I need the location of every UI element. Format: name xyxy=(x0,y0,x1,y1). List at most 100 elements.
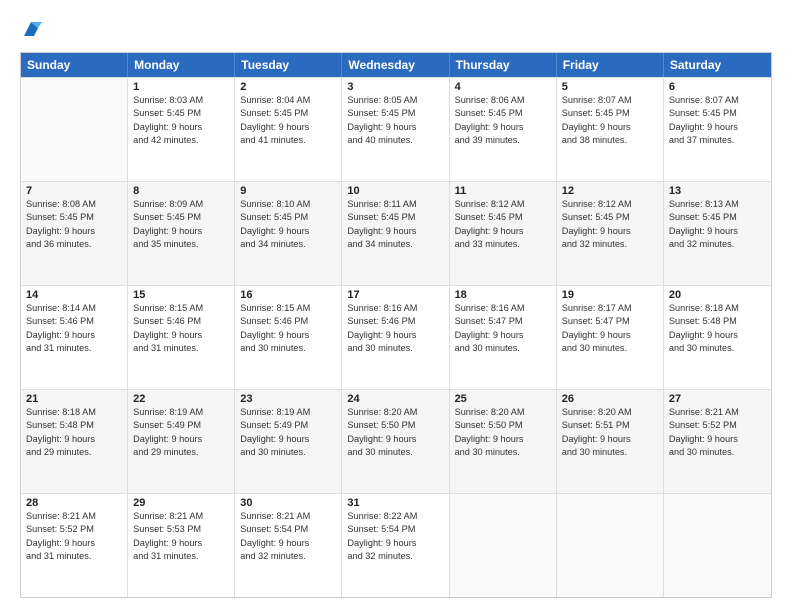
weekday-header: Monday xyxy=(128,53,235,77)
calendar-cell: 28Sunrise: 8:21 AMSunset: 5:52 PMDayligh… xyxy=(21,494,128,597)
calendar-cell: 10Sunrise: 8:11 AMSunset: 5:45 PMDayligh… xyxy=(342,182,449,285)
calendar-cell: 5Sunrise: 8:07 AMSunset: 5:45 PMDaylight… xyxy=(557,78,664,181)
weekday-header: Tuesday xyxy=(235,53,342,77)
cell-line: Sunset: 5:45 PM xyxy=(455,107,551,120)
cell-line: and 29 minutes. xyxy=(26,446,122,459)
day-number: 9 xyxy=(240,185,336,197)
cell-line: Daylight: 9 hours xyxy=(669,329,766,342)
cell-line: Sunset: 5:48 PM xyxy=(26,419,122,432)
calendar-cell: 18Sunrise: 8:16 AMSunset: 5:47 PMDayligh… xyxy=(450,286,557,389)
calendar-cell: 8Sunrise: 8:09 AMSunset: 5:45 PMDaylight… xyxy=(128,182,235,285)
cell-line: Sunset: 5:45 PM xyxy=(669,211,766,224)
cell-line: and 30 minutes. xyxy=(669,342,766,355)
cell-line: Sunrise: 8:12 AM xyxy=(562,198,658,211)
calendar-cell: 14Sunrise: 8:14 AMSunset: 5:46 PMDayligh… xyxy=(21,286,128,389)
cell-line: and 30 minutes. xyxy=(347,446,443,459)
calendar-cell: 11Sunrise: 8:12 AMSunset: 5:45 PMDayligh… xyxy=(450,182,557,285)
cell-line: and 39 minutes. xyxy=(455,134,551,147)
cell-line: Daylight: 9 hours xyxy=(240,329,336,342)
logo xyxy=(20,18,46,42)
calendar-cell: 27Sunrise: 8:21 AMSunset: 5:52 PMDayligh… xyxy=(664,390,771,493)
cell-line: Sunrise: 8:07 AM xyxy=(562,94,658,107)
day-number: 4 xyxy=(455,81,551,93)
day-number: 27 xyxy=(669,393,766,405)
day-number: 1 xyxy=(133,81,229,93)
calendar-cell xyxy=(21,78,128,181)
cell-line: Sunrise: 8:19 AM xyxy=(240,406,336,419)
cell-line: Daylight: 9 hours xyxy=(240,225,336,238)
cell-line: Daylight: 9 hours xyxy=(455,329,551,342)
cell-line: and 31 minutes. xyxy=(26,342,122,355)
calendar-cell: 3Sunrise: 8:05 AMSunset: 5:45 PMDaylight… xyxy=(342,78,449,181)
cell-line: Daylight: 9 hours xyxy=(240,121,336,134)
cell-line: Sunrise: 8:22 AM xyxy=(347,510,443,523)
cell-line: Sunset: 5:45 PM xyxy=(347,211,443,224)
cell-line: Daylight: 9 hours xyxy=(26,537,122,550)
calendar-cell: 9Sunrise: 8:10 AMSunset: 5:45 PMDaylight… xyxy=(235,182,342,285)
cell-line: Sunset: 5:53 PM xyxy=(133,523,229,536)
cell-line: Daylight: 9 hours xyxy=(347,329,443,342)
calendar-cell: 7Sunrise: 8:08 AMSunset: 5:45 PMDaylight… xyxy=(21,182,128,285)
calendar-cell: 1Sunrise: 8:03 AMSunset: 5:45 PMDaylight… xyxy=(128,78,235,181)
cell-line: Sunrise: 8:09 AM xyxy=(133,198,229,211)
cell-line: Sunrise: 8:15 AM xyxy=(133,302,229,315)
cell-line: and 31 minutes. xyxy=(26,550,122,563)
cell-line: Sunset: 5:45 PM xyxy=(133,107,229,120)
cell-line: and 30 minutes. xyxy=(669,446,766,459)
cell-line: Sunset: 5:45 PM xyxy=(455,211,551,224)
calendar-cell xyxy=(450,494,557,597)
cell-line: and 31 minutes. xyxy=(133,550,229,563)
calendar-row: 28Sunrise: 8:21 AMSunset: 5:52 PMDayligh… xyxy=(21,493,771,597)
cell-line: Sunset: 5:45 PM xyxy=(347,107,443,120)
cell-line: Daylight: 9 hours xyxy=(347,537,443,550)
cell-line: Sunset: 5:45 PM xyxy=(26,211,122,224)
cell-line: Sunrise: 8:11 AM xyxy=(347,198,443,211)
cell-line: and 30 minutes. xyxy=(562,446,658,459)
cell-line: and 30 minutes. xyxy=(240,342,336,355)
day-number: 6 xyxy=(669,81,766,93)
cell-line: Daylight: 9 hours xyxy=(455,225,551,238)
cell-line: Sunrise: 8:21 AM xyxy=(669,406,766,419)
calendar-cell: 12Sunrise: 8:12 AMSunset: 5:45 PMDayligh… xyxy=(557,182,664,285)
cell-line: Sunset: 5:54 PM xyxy=(240,523,336,536)
calendar-cell: 6Sunrise: 8:07 AMSunset: 5:45 PMDaylight… xyxy=(664,78,771,181)
day-number: 23 xyxy=(240,393,336,405)
cell-line: and 29 minutes. xyxy=(133,446,229,459)
cell-line: Sunrise: 8:04 AM xyxy=(240,94,336,107)
day-number: 8 xyxy=(133,185,229,197)
cell-line: Sunrise: 8:15 AM xyxy=(240,302,336,315)
cell-line: Daylight: 9 hours xyxy=(347,225,443,238)
weekday-header: Sunday xyxy=(21,53,128,77)
calendar-cell: 4Sunrise: 8:06 AMSunset: 5:45 PMDaylight… xyxy=(450,78,557,181)
cell-line: Sunrise: 8:17 AM xyxy=(562,302,658,315)
cell-line: Sunset: 5:45 PM xyxy=(562,107,658,120)
cell-line: and 34 minutes. xyxy=(347,238,443,251)
cell-line: and 34 minutes. xyxy=(240,238,336,251)
calendar-cell: 19Sunrise: 8:17 AMSunset: 5:47 PMDayligh… xyxy=(557,286,664,389)
cell-line: Sunrise: 8:13 AM xyxy=(669,198,766,211)
calendar-cell: 26Sunrise: 8:20 AMSunset: 5:51 PMDayligh… xyxy=(557,390,664,493)
calendar-cell: 17Sunrise: 8:16 AMSunset: 5:46 PMDayligh… xyxy=(342,286,449,389)
cell-line: Sunset: 5:47 PM xyxy=(562,315,658,328)
cell-line: Sunrise: 8:18 AM xyxy=(669,302,766,315)
calendar-cell: 20Sunrise: 8:18 AMSunset: 5:48 PMDayligh… xyxy=(664,286,771,389)
cell-line: Daylight: 9 hours xyxy=(669,225,766,238)
day-number: 26 xyxy=(562,393,658,405)
calendar-cell: 29Sunrise: 8:21 AMSunset: 5:53 PMDayligh… xyxy=(128,494,235,597)
cell-line: Sunset: 5:50 PM xyxy=(455,419,551,432)
day-number: 10 xyxy=(347,185,443,197)
cell-line: Daylight: 9 hours xyxy=(133,537,229,550)
day-number: 17 xyxy=(347,289,443,301)
cell-line: Sunrise: 8:16 AM xyxy=(347,302,443,315)
calendar-row: 14Sunrise: 8:14 AMSunset: 5:46 PMDayligh… xyxy=(21,285,771,389)
day-number: 20 xyxy=(669,289,766,301)
day-number: 29 xyxy=(133,497,229,509)
cell-line: Daylight: 9 hours xyxy=(133,433,229,446)
cell-line: Sunrise: 8:20 AM xyxy=(562,406,658,419)
cell-line: Daylight: 9 hours xyxy=(455,121,551,134)
cell-line: and 32 minutes. xyxy=(669,238,766,251)
calendar-row: 1Sunrise: 8:03 AMSunset: 5:45 PMDaylight… xyxy=(21,77,771,181)
cell-line: and 42 minutes. xyxy=(133,134,229,147)
calendar-cell: 13Sunrise: 8:13 AMSunset: 5:45 PMDayligh… xyxy=(664,182,771,285)
weekday-header: Saturday xyxy=(664,53,771,77)
